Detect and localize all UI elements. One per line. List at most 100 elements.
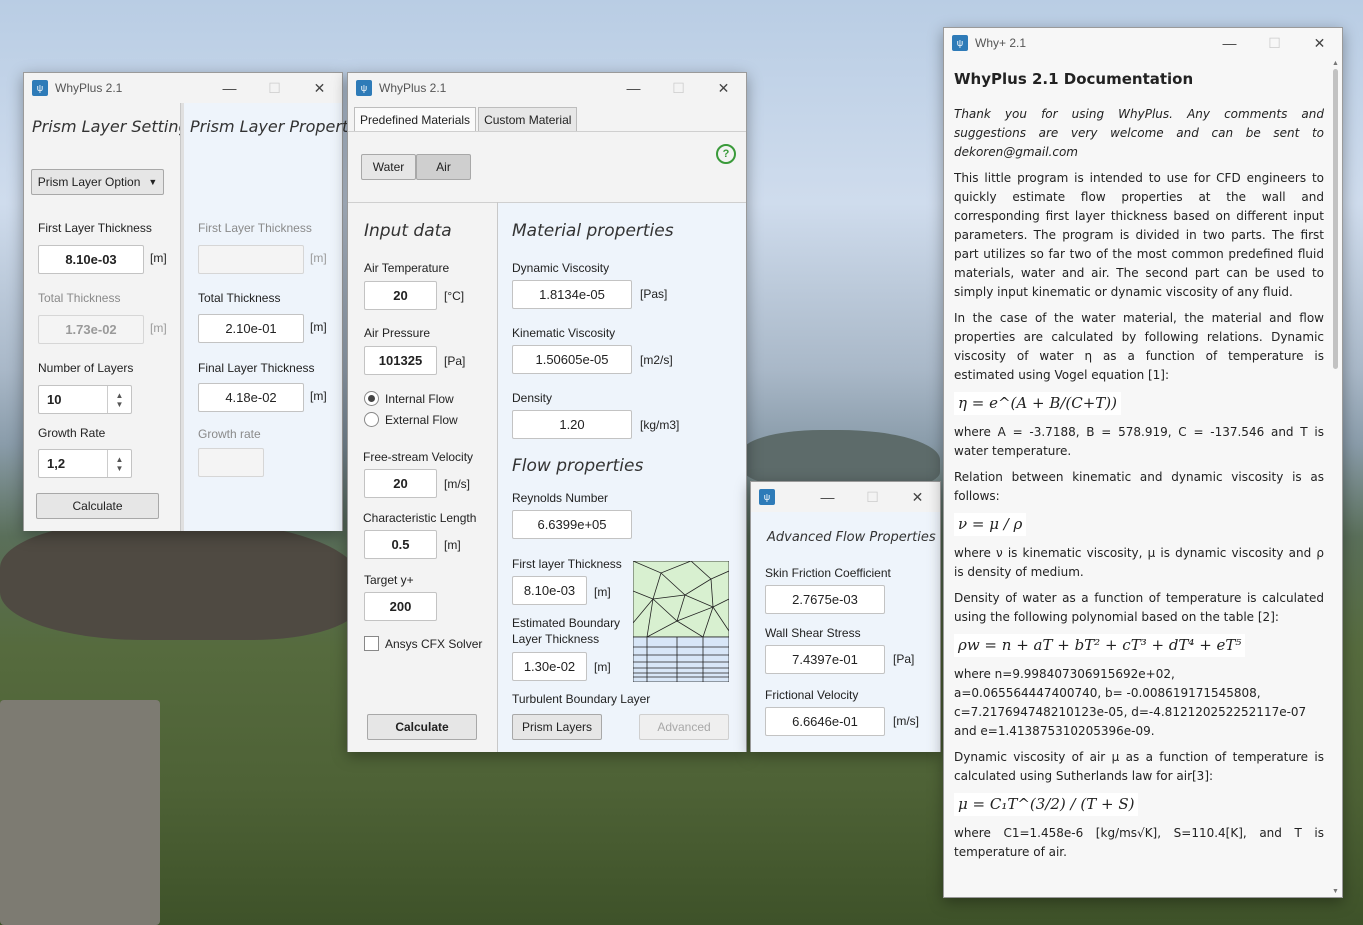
radio-unselected-icon: [364, 412, 379, 427]
prop-first-layer-field: [198, 245, 304, 274]
chevron-up-icon[interactable]: ▲: [116, 455, 124, 464]
minimize-icon[interactable]: —: [805, 482, 850, 512]
frictional-velocity-unit: [m/s]: [893, 714, 919, 728]
first-layer-label: First Layer Thickness: [38, 221, 152, 235]
prop-final-label: Final Layer Thickness: [198, 361, 315, 375]
number-of-layers-spinner[interactable]: 10 ▲ ▼: [38, 385, 132, 414]
settings-left-pane: Prism Layer Settings Prism Layer Option …: [24, 103, 197, 531]
internal-flow-radio[interactable]: Internal Flow: [364, 391, 454, 406]
growth-rate-spinner[interactable]: 1,2 ▲ ▼: [38, 449, 132, 478]
chevron-down-icon[interactable]: ▼: [116, 464, 124, 473]
doc-intro: Thank you for using WhyPlus. Any comment…: [954, 107, 1324, 159]
air-pressure-unit: [Pa]: [444, 354, 466, 368]
air-pressure-label: Air Pressure: [364, 326, 431, 340]
prop-first-layer-label: First Layer Thickness: [198, 221, 312, 235]
documentation-content[interactable]: WhyPlus 2.1 Documentation Thank you for …: [954, 60, 1324, 895]
reynolds-label: Reynolds Number: [512, 491, 609, 505]
tab-custom-material[interactable]: Custom Material: [478, 107, 578, 132]
chevron-down-icon[interactable]: ▼: [1331, 888, 1340, 895]
length-input[interactable]: 0.5: [364, 530, 437, 559]
external-flow-radio[interactable]: External Flow: [364, 412, 458, 427]
flow-heading: Flow properties: [512, 456, 644, 476]
first-layer-input[interactable]: 8.10e-03: [38, 245, 144, 274]
viscosity-relation-equation: ν = μ / ρ: [954, 513, 1027, 536]
input-pane: Input data Air Temperature 20 [°C] Air P…: [348, 202, 497, 752]
skin-friction-label: Skin Friction Coefficient: [765, 566, 891, 580]
spinner-arrows[interactable]: ▲ ▼: [107, 450, 131, 477]
chevron-down-icon[interactable]: ▼: [116, 400, 124, 409]
doc-paragraph: Relation between kinematic and dynamic v…: [954, 470, 1324, 503]
mesh-illustration: [633, 561, 729, 682]
air-temperature-unit: [°C]: [444, 289, 465, 303]
app-icon: ψ: [952, 35, 968, 51]
advanced-flow-window: ψ — ☐ ✕ Advanced Flow Properties Skin Fr…: [750, 481, 941, 752]
title-bar: ψ WhyPlus 2.1 — ☐ ✕: [348, 73, 746, 103]
advanced-pane: Advanced Flow Properties Skin Friction C…: [751, 512, 940, 752]
spinner-arrows[interactable]: ▲ ▼: [107, 386, 131, 413]
material-heading: Material properties: [512, 221, 674, 241]
vogel-equation: η = e^(A + B/(C+T)): [954, 392, 1122, 415]
title-bar: ψ — ☐ ✕: [751, 482, 940, 512]
prop-first-layer-unit: [m]: [310, 251, 327, 265]
doc-scrollbar[interactable]: ▲ ▼: [1331, 60, 1340, 895]
target-yplus-label: Target y+: [364, 573, 414, 587]
calculate-button[interactable]: Calculate: [367, 714, 477, 740]
minimize-icon[interactable]: —: [611, 73, 656, 103]
chevron-up-icon[interactable]: ▲: [1331, 60, 1340, 67]
settings-right-pane: Prism Layer Properties First Layer Thick…: [184, 103, 371, 531]
velocity-unit: [m/s]: [444, 477, 470, 491]
prop-total-unit: [m]: [310, 320, 327, 334]
prop-final-field: 4.18e-02: [198, 383, 304, 412]
target-yplus-input[interactable]: 200: [364, 592, 437, 621]
minimize-icon[interactable]: —: [207, 73, 252, 103]
app-icon: ψ: [32, 80, 48, 96]
number-of-layers-label: Number of Layers: [38, 361, 134, 375]
help-icon[interactable]: ?: [716, 144, 736, 164]
tab-predefined-materials[interactable]: Predefined Materials: [354, 107, 477, 132]
doc-paragraph: where ν is kinematic viscosity, μ is dyn…: [954, 546, 1324, 579]
cfx-solver-checkbox[interactable]: Ansys CFX Solver: [364, 636, 482, 651]
scrollbar-thumb[interactable]: [1333, 69, 1338, 369]
total-thickness-unit: [m]: [150, 321, 167, 335]
velocity-label: Free-stream Velocity: [363, 450, 474, 464]
radio-selected-icon: [364, 391, 379, 406]
wall-shear-unit: [Pa]: [893, 652, 915, 666]
wall-shear-label: Wall Shear Stress: [765, 626, 861, 640]
velocity-input[interactable]: 20: [364, 469, 437, 498]
advanced-button[interactable]: Advanced: [639, 714, 729, 740]
close-icon[interactable]: ✕: [1297, 28, 1342, 58]
doc-paragraph: where n=9.998407306915692e+02, a=0.06556…: [954, 667, 1307, 738]
window-title: WhyPlus 2.1: [379, 81, 447, 95]
minimize-icon[interactable]: —: [1207, 28, 1252, 58]
tab-content-top: Water Air ?: [348, 131, 746, 201]
reynolds-field: 6.6399e+05: [512, 510, 632, 539]
properties-pane: Material properties Dynamic Viscosity 1.…: [498, 202, 746, 752]
air-toggle-button[interactable]: Air: [416, 154, 471, 180]
first-layer-field: 8.10e-03: [512, 576, 587, 605]
total-thickness-field: 1.73e-02: [38, 315, 144, 344]
rock-shape: [0, 520, 360, 640]
air-temperature-input[interactable]: 20: [364, 281, 437, 310]
water-toggle-button[interactable]: Water: [361, 154, 416, 180]
maximize-icon: ☐: [1268, 34, 1281, 51]
frictional-velocity-label: Frictional Velocity: [765, 688, 859, 702]
prism-settings-window: ψ WhyPlus 2.1 — ☐ ✕ Prism Layer Settings…: [23, 72, 371, 531]
input-heading: Input data: [364, 221, 452, 241]
close-icon[interactable]: ✕: [701, 73, 746, 103]
calculate-button[interactable]: Calculate: [36, 493, 159, 519]
material-toggle: Water Air: [361, 154, 471, 180]
air-pressure-input[interactable]: 101325: [364, 346, 437, 375]
window-title: WhyPlus 2.1: [55, 81, 123, 95]
chevron-down-icon: ▼: [148, 177, 158, 187]
close-icon[interactable]: ✕: [297, 73, 342, 103]
radio-label: Internal Flow: [385, 391, 454, 406]
skin-friction-field: 2.7675e-03: [765, 585, 885, 614]
length-unit: [m]: [444, 538, 461, 552]
prism-layers-button[interactable]: Prism Layers: [512, 714, 602, 740]
dynamic-viscosity-field: 1.8134e-05: [512, 280, 632, 309]
close-icon[interactable]: ✕: [895, 482, 940, 512]
prism-layer-option-dropdown[interactable]: Prism Layer Option ▼: [31, 169, 164, 195]
prop-final-unit: [m]: [310, 389, 327, 403]
length-label: Characteristic Length: [363, 511, 477, 525]
chevron-up-icon[interactable]: ▲: [116, 391, 124, 400]
